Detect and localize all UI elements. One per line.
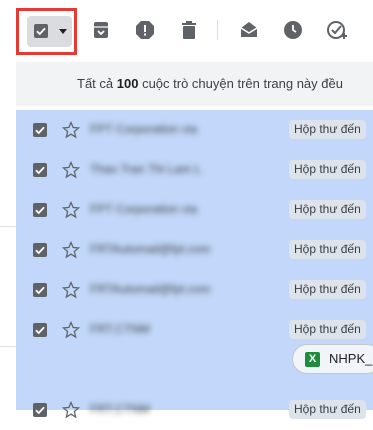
sender-name: FRT.CTNM [90,322,150,336]
label-badge[interactable]: Hộp thư đến [289,240,366,259]
label-badge[interactable]: Hộp thư đến [289,200,366,219]
sender-name: FRT.CTNM [90,402,150,416]
sender-name: Thao Tran Thi Lam L [90,162,202,176]
sender-name: FRTAutomail@fpt.com [90,282,211,296]
toolbar-divider [217,20,218,40]
left-panel-edge [0,106,16,410]
excel-icon: X [305,352,320,367]
checkbox-checked-icon[interactable] [33,283,47,297]
label-badge[interactable]: Hộp thư đến [289,280,366,299]
banner-prefix: Tất cả [77,76,117,91]
banner-suffix: cuộc trò chuyện trên trang này đều [138,76,343,91]
select-all-banner: Tất cả 100 cuộc trò chuyện trên trang nà… [16,62,373,106]
report-spam-icon[interactable] [133,18,157,42]
attachment-name: NHPK_ [329,351,373,366]
checkbox-checked-icon[interactable] [33,203,47,217]
star-icon[interactable] [61,160,81,180]
list-item[interactable]: FRTAutomail@fpt.com Hộp thư đến [16,270,373,310]
delete-icon[interactable] [177,18,201,42]
attachment-chip[interactable]: X NHPK_ [292,344,373,374]
add-to-tasks-icon[interactable] [325,18,349,42]
highlight-box [16,8,77,55]
sender-name: FPT Corporation via [90,202,198,216]
list-item[interactable]: FPT Corporation via Hộp thư đến [16,110,373,150]
checkbox-checked-icon[interactable] [33,123,47,137]
label-badge[interactable]: Hộp thư đến [289,120,366,139]
archive-icon[interactable] [89,18,113,42]
checkbox-checked-icon[interactable] [33,243,47,257]
star-icon[interactable] [61,120,81,140]
list-item[interactable]: FPT Corporation via Hộp thư đến [16,190,373,230]
checkbox-checked-icon[interactable] [33,163,47,177]
list-item[interactable]: Thao Tran Thi Lam L Hộp thư đến [16,150,373,190]
sender-name: FPT Corporation via [90,122,198,136]
label-badge[interactable]: Hộp thư đến [289,160,366,179]
list-item[interactable]: FRT.CTNM Hộp thư đến [16,390,373,430]
star-icon[interactable] [61,200,81,220]
label-badge[interactable]: Hộp thư đến [289,320,366,339]
star-icon[interactable] [61,400,81,420]
star-icon[interactable] [61,240,81,260]
sender-name: FRTAutomail@fpt.com [90,242,211,256]
snooze-icon[interactable] [281,18,305,42]
star-icon[interactable] [61,320,81,340]
banner-count: 100 [116,76,139,91]
mark-as-read-icon[interactable] [237,18,261,42]
toolbar [0,0,373,60]
list-item[interactable]: FRTAutomail@fpt.com Hộp thư đến [16,230,373,270]
star-icon[interactable] [61,280,81,300]
conversation-list: FPT Corporation via Hộp thư đến Thao Tra… [16,110,373,419]
checkbox-checked-icon[interactable] [33,323,47,337]
checkbox-checked-icon[interactable] [33,403,47,417]
